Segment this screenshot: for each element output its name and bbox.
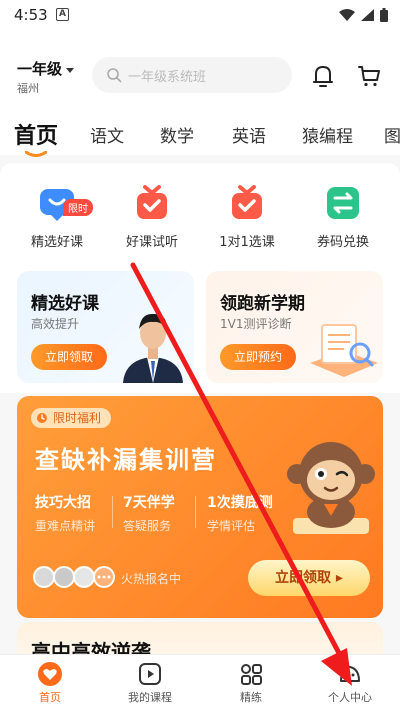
nav-practice[interactable]: 精练 bbox=[211, 661, 291, 705]
card-subtitle: 高效提升 bbox=[31, 317, 80, 331]
status-time: 4:53 bbox=[14, 6, 48, 24]
participant-avatars bbox=[33, 566, 115, 588]
search-placeholder: 一年级系统班 bbox=[128, 70, 207, 85]
quick-entries: 精选好课 限时 好课试听 1对1选课 券码兑换 bbox=[0, 163, 400, 263]
quick-item-one-on-one[interactable]: 1对1选课 bbox=[207, 183, 287, 250]
nav-my-courses[interactable]: 我的课程 bbox=[110, 661, 190, 705]
claim-button[interactable]: 立即领取 bbox=[31, 344, 107, 370]
tab-math[interactable]: 数学 bbox=[160, 122, 194, 147]
promo-card-selected-courses[interactable]: 精选好课 高效提升 立即领取 bbox=[17, 271, 194, 383]
feature-subtitle: 重难点精讲 bbox=[35, 519, 96, 533]
card-title: 领跑新学期 bbox=[220, 294, 305, 314]
nav-label: 我的课程 bbox=[128, 691, 172, 704]
status-icons bbox=[339, 8, 388, 22]
nav-label: 精练 bbox=[240, 691, 262, 704]
header: 一年级 福州 一年级系统班 首页 语文 数学 英语 猿编程 图 bbox=[0, 30, 400, 157]
tab-chinese[interactable]: 语文 bbox=[90, 122, 124, 147]
reserve-button[interactable]: 立即预约 bbox=[220, 344, 296, 370]
grid-icon bbox=[241, 664, 262, 685]
wifi-icon bbox=[339, 9, 355, 21]
monkey-mascot bbox=[287, 442, 375, 534]
quick-item-selected-courses[interactable]: 精选好课 限时 bbox=[17, 183, 97, 250]
gift-icon bbox=[137, 185, 167, 219]
feature-subtitle: 学情评估 bbox=[207, 519, 256, 533]
battery-icon bbox=[380, 8, 388, 22]
camp-banner[interactable]: 限时福利 查缺补漏集训营 技巧大招 重难点精讲 7天伴学 答疑服务 1次摸底测 … bbox=[17, 396, 383, 618]
signal-icon bbox=[361, 9, 374, 21]
profile-icon bbox=[340, 666, 360, 682]
search-bar[interactable]: 一年级系统班 bbox=[92, 57, 292, 93]
tab-coding[interactable]: 猿编程 bbox=[302, 122, 353, 147]
quick-item-label: 精选好课 bbox=[30, 235, 83, 250]
gift-icon bbox=[232, 185, 262, 219]
claim-now-button[interactable]: 立即领取 ▸ bbox=[248, 560, 370, 596]
exchange-icon bbox=[327, 187, 359, 219]
promo-card-new-semester[interactable]: 领跑新学期 1V1测评诊断 立即预约 bbox=[206, 271, 383, 383]
active-tab-indicator bbox=[25, 151, 47, 157]
quick-item-label: 券码兑换 bbox=[316, 235, 369, 250]
limited-badge: 限时 bbox=[63, 199, 93, 216]
limited-welfare-tag: 限时福利 bbox=[31, 408, 112, 428]
assessment-illustration bbox=[310, 324, 378, 377]
feature-title: 1次摸底测 bbox=[207, 495, 273, 511]
quick-item-label: 好课试听 bbox=[125, 235, 178, 250]
feature-item: 技巧大招 重难点精讲 bbox=[35, 492, 95, 534]
play-icon bbox=[139, 663, 161, 685]
tab-english[interactable]: 英语 bbox=[232, 122, 266, 147]
home-icon bbox=[38, 662, 62, 686]
card-title: 精选好课 bbox=[31, 294, 99, 314]
clock-icon bbox=[37, 413, 47, 423]
quick-item-trial-class[interactable]: 好课试听 bbox=[112, 183, 192, 250]
nav-label: 首页 bbox=[39, 691, 61, 704]
bottom-nav: 首页 我的课程 精练 个人中心 bbox=[0, 654, 400, 710]
tag-text: 限时福利 bbox=[53, 411, 102, 425]
grade-selector[interactable]: 一年级 bbox=[17, 58, 62, 79]
divider bbox=[195, 496, 196, 528]
banner-title: 查缺补漏集训营 bbox=[35, 446, 217, 474]
promo-cards: 精选好课 高效提升 立即领取 领跑新学期 1V1测评诊断 立即预约 bbox=[0, 263, 400, 393]
feature-subtitle: 答疑服务 bbox=[123, 519, 172, 533]
tab-more[interactable]: 图 bbox=[384, 122, 400, 147]
teacher-photo bbox=[123, 313, 183, 383]
quick-item-redeem-code[interactable]: 券码兑换 bbox=[303, 183, 383, 250]
feature-item: 7天伴学 答疑服务 bbox=[123, 492, 175, 534]
nav-home[interactable]: 首页 bbox=[10, 661, 90, 705]
search-icon bbox=[107, 68, 122, 83]
feature-title: 技巧大招 bbox=[35, 495, 91, 511]
chevron-down-icon[interactable] bbox=[66, 68, 74, 73]
status-bar: 4:53 A bbox=[0, 0, 400, 30]
bell-icon[interactable] bbox=[312, 64, 334, 88]
quick-item-label: 1对1选课 bbox=[219, 235, 275, 250]
subject-tabs: 首页 语文 数学 英语 猿编程 图 bbox=[0, 116, 400, 157]
nav-profile[interactable]: 个人中心 bbox=[310, 661, 390, 705]
city-label[interactable]: 福州 bbox=[17, 80, 39, 96]
divider bbox=[112, 496, 113, 528]
cart-icon[interactable] bbox=[357, 64, 381, 88]
feature-title: 7天伴学 bbox=[123, 495, 175, 511]
notification-icon: A bbox=[56, 8, 69, 21]
tab-home[interactable]: 首页 bbox=[14, 118, 58, 150]
card-subtitle: 1V1测评诊断 bbox=[220, 317, 292, 331]
feature-item: 1次摸底测 学情评估 bbox=[207, 492, 273, 534]
nav-label: 个人中心 bbox=[328, 691, 372, 704]
hot-signup-text: 火热报名中 bbox=[121, 572, 182, 586]
